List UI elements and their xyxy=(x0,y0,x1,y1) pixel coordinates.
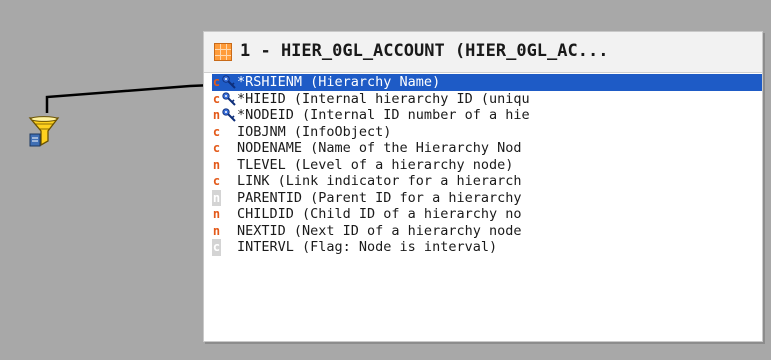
field-label: TLEVEL (Level of a hierarchy node) xyxy=(237,156,514,173)
key-icon xyxy=(221,91,237,107)
field-row[interactable]: c LINK (Link indicator for a hierarch xyxy=(212,173,762,190)
field-row[interactable]: c NODENAME (Name of the Hierarchy Nod xyxy=(212,140,762,157)
field-type-badge: n xyxy=(212,157,221,172)
field-type-badge: c xyxy=(212,124,221,139)
field-label: *RSHIENM (Hierarchy Name) xyxy=(237,74,441,90)
field-label: NODENAME (Name of the Hierarchy Nod xyxy=(237,140,522,156)
field-label: PARENTID (Parent ID for a hierarchy xyxy=(237,189,522,206)
field-row[interactable]: n NEXTID (Next ID of a hierarchy node xyxy=(212,223,762,240)
key-icon xyxy=(221,74,237,90)
field-row[interactable]: n PARENTID (Parent ID for a hierarchy xyxy=(212,189,762,206)
key-slot-empty xyxy=(221,157,237,173)
field-type-badge: c xyxy=(212,239,221,256)
table-grid-icon xyxy=(214,43,232,61)
key-slot-empty xyxy=(221,124,237,140)
key-slot-empty xyxy=(221,223,237,239)
key-slot-empty xyxy=(221,140,237,156)
field-row[interactable]: c *RSHIENM (Hierarchy Name) xyxy=(212,74,762,91)
field-row[interactable]: n TLEVEL (Level of a hierarchy node) xyxy=(212,157,762,174)
field-label: IOBJNM (InfoObject) xyxy=(237,123,392,140)
field-type-badge: n xyxy=(212,189,221,206)
table-window[interactable]: 1 - HIER_0GL_ACCOUNT (HIER_0GL_AC... c *R… xyxy=(203,31,763,342)
key-slot-empty xyxy=(221,173,237,189)
field-type-badge: c xyxy=(212,91,221,106)
field-label: *NODEID (Internal ID number of a hie xyxy=(237,107,530,123)
field-row[interactable]: n *NODEID (Internal ID number of a hie xyxy=(212,107,762,124)
field-type-badge: c xyxy=(212,141,221,155)
field-list[interactable]: c *RSHIENM (Hierarchy Name) c *HIEID (Inter… xyxy=(212,74,762,339)
key-slot-empty xyxy=(221,190,237,206)
filter-funnel-icon[interactable] xyxy=(28,114,62,148)
field-label: NEXTID (Next ID of a hierarchy node xyxy=(237,222,522,239)
field-row[interactable]: n CHILDID (Child ID of a hierarchy no xyxy=(212,206,762,223)
field-type-badge: n xyxy=(212,207,221,221)
table-title-bar[interactable]: 1 - HIER_0GL_ACCOUNT (HIER_0GL_AC... xyxy=(204,32,762,73)
field-label: CHILDID (Child ID of a hierarchy no xyxy=(237,206,522,222)
field-row[interactable]: c *HIEID (Internal hierarchy ID (uniqu xyxy=(212,91,762,108)
field-row[interactable]: c IOBJNM (InfoObject) xyxy=(212,124,762,141)
table-title: 1 - HIER_0GL_ACCOUNT (HIER_0GL_AC... xyxy=(240,41,609,61)
field-label: INTERVL (Flag: Node is interval) xyxy=(237,239,498,255)
key-slot-empty xyxy=(221,239,237,255)
field-row[interactable]: c INTERVL (Flag: Node is interval) xyxy=(212,239,762,256)
field-label: LINK (Link indicator for a hierarch xyxy=(237,173,522,189)
field-label: *HIEID (Internal hierarchy ID (uniqu xyxy=(237,90,530,107)
key-icon xyxy=(221,107,237,123)
field-type-badge: c xyxy=(212,75,221,89)
field-type-badge: n xyxy=(212,223,221,238)
key-slot-empty xyxy=(221,206,237,222)
field-type-badge: c xyxy=(212,174,221,188)
field-type-badge: n xyxy=(212,108,221,122)
